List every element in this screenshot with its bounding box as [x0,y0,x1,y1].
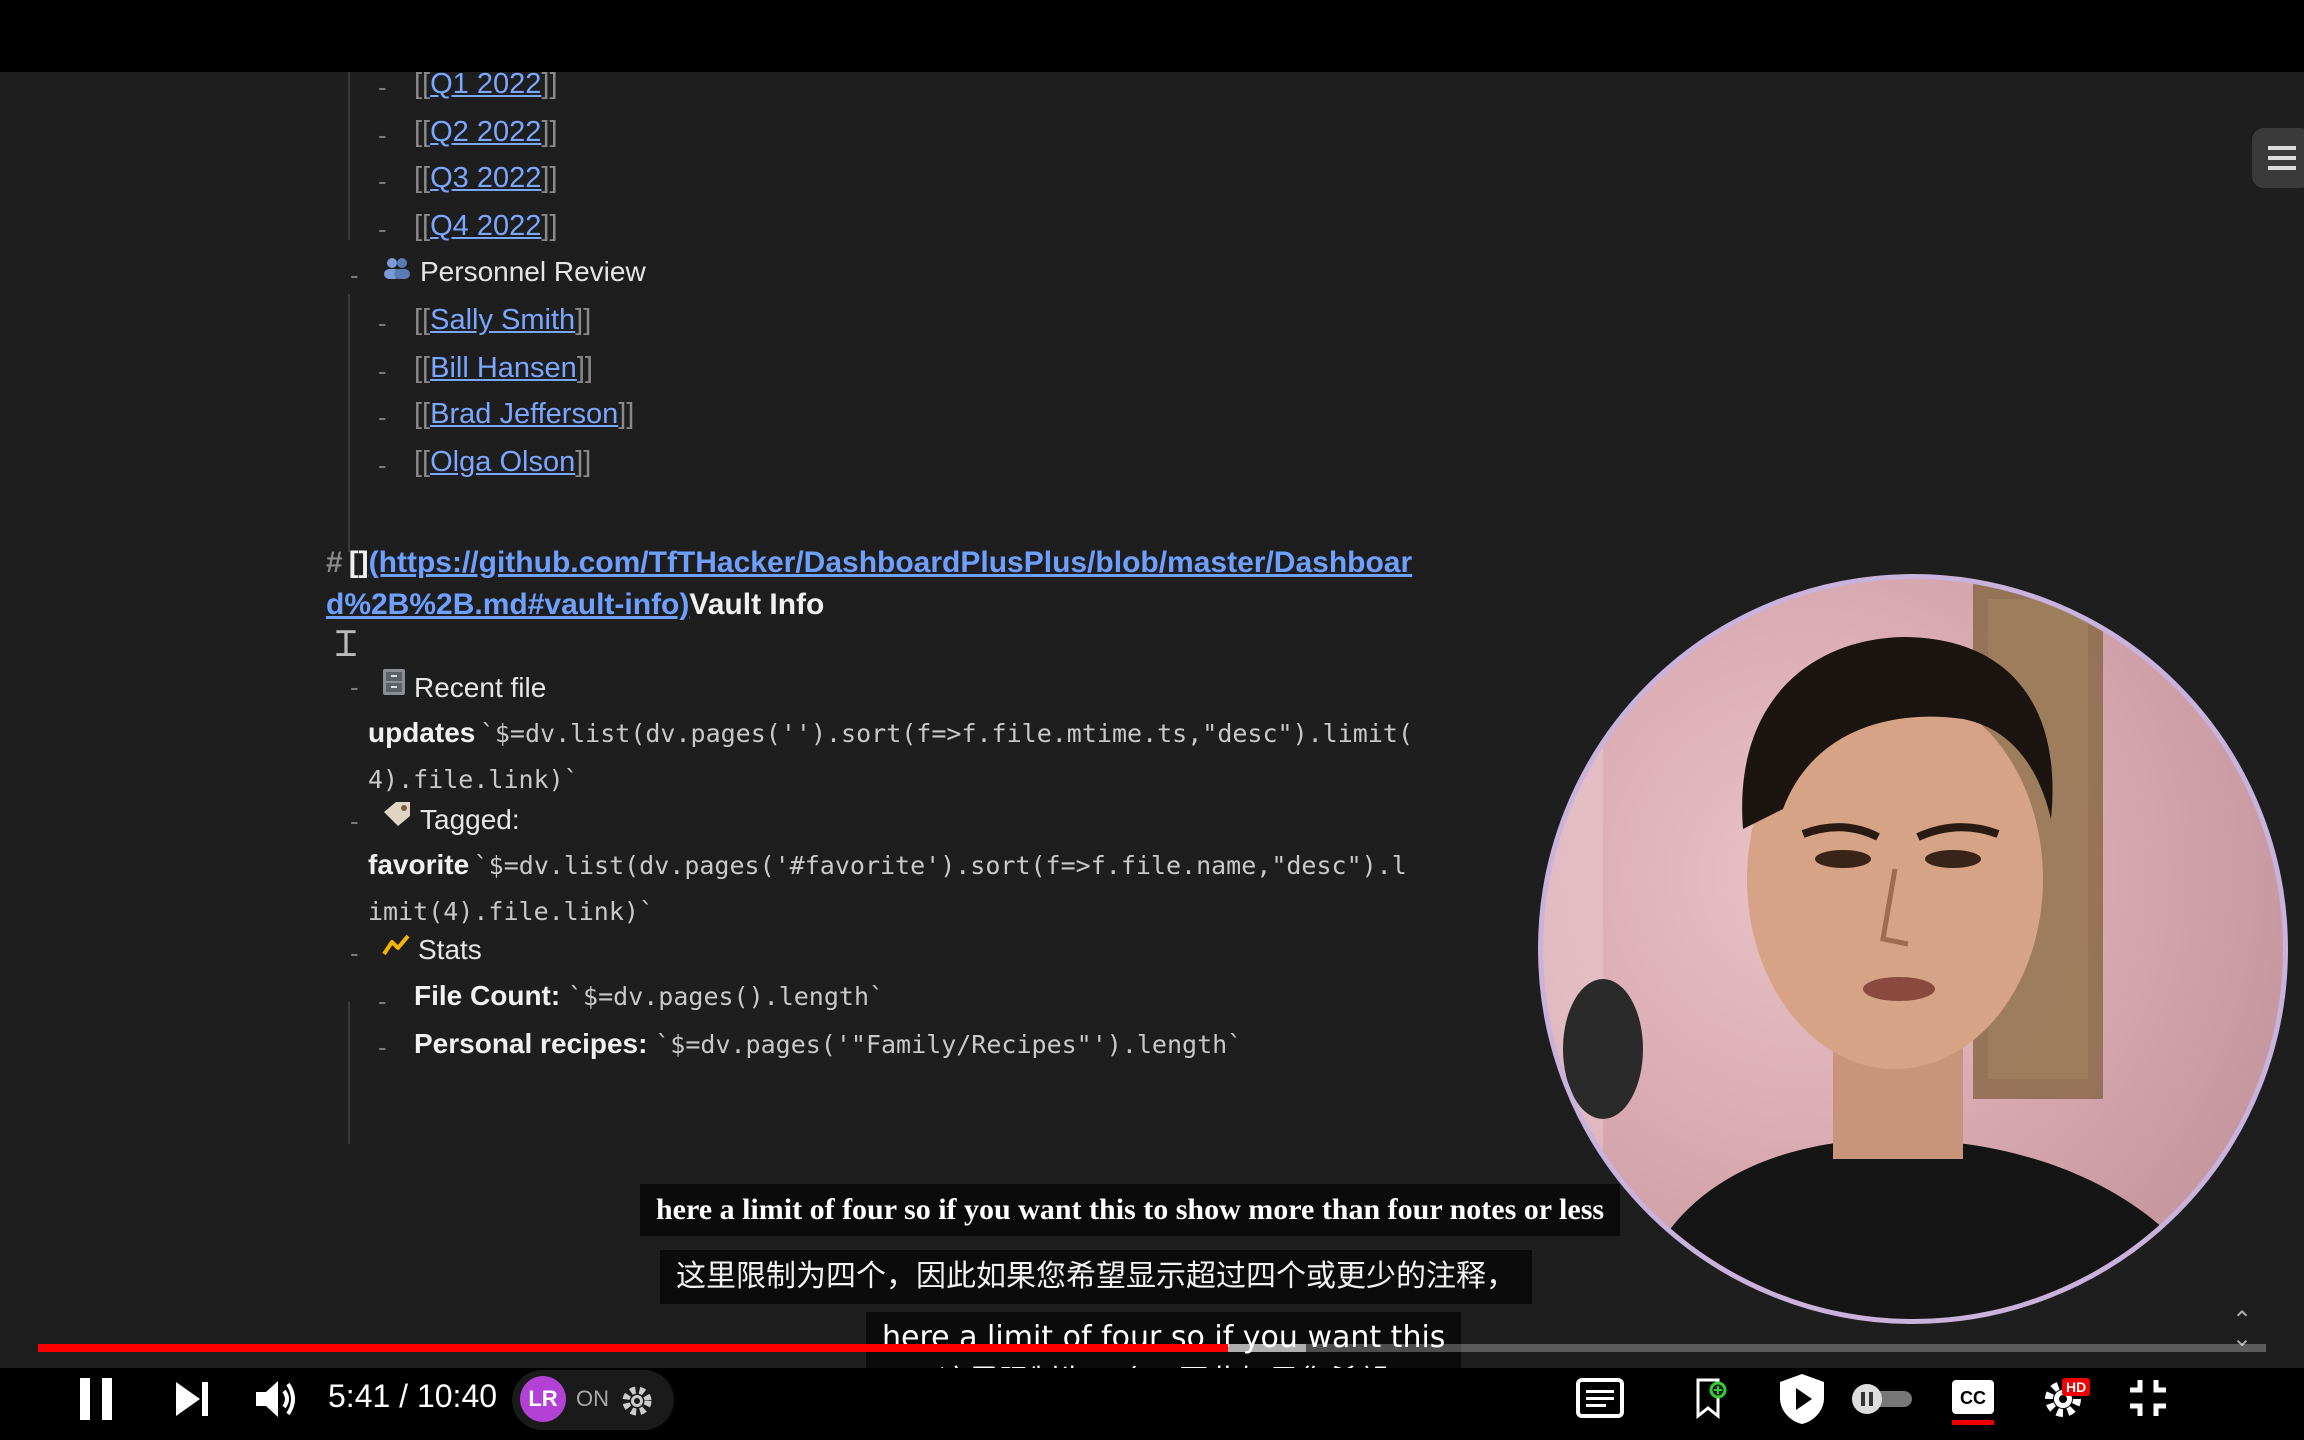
exit-fullscreen-button[interactable] [2128,1378,2168,1423]
presenter-image [1543,579,2233,1319]
list-bullet: - [350,938,359,968]
indent-guide [348,1002,350,1144]
list-bullet: - [378,986,387,1016]
wikilink-brad-jefferson[interactable]: Brad Jefferson [430,398,618,430]
list-bullet: - [350,806,359,836]
duration: 10:40 [416,1378,498,1414]
list-bullet: - [378,450,387,480]
list-item: [[Q3 2022]] [414,162,558,194]
progress-bar[interactable] [38,1344,2266,1352]
wikilink-olga-olson[interactable]: Olga Olson [430,446,575,478]
heading-url-link[interactable]: (https://github.com/TfTHacker/DashboardP… [369,546,1412,579]
expand-arrows-icon[interactable]: ⌃ ⌄ [2232,1309,2252,1351]
heading-hash: # [326,546,343,579]
heading-url-link-cont[interactable]: d%2B%2B.md#vault-info) [326,588,689,621]
pause-icon [80,1378,112,1420]
cabinet-icon [382,668,406,703]
stats-label: Stats [382,934,482,966]
bookmark-add-button[interactable] [1694,1376,1728,1425]
autoplay-toggle[interactable] [1850,1382,1916,1421]
indent-guide [348,72,350,240]
svg-text:CC: CC [1960,1388,1986,1408]
shield-play-icon [1780,1374,1824,1424]
exit-fullscreen-icon [2130,1380,2166,1416]
list-bullet: - [378,166,387,196]
subtitles-panel-button[interactable] [1576,1378,1624,1423]
list-item: [[Q2 2022]] [414,116,558,148]
list-bullet: - [378,72,387,102]
extension-pill[interactable]: LR ON [512,1370,674,1430]
subtitle-chinese: 这里限制为四个，因此如果您希望显示超过四个或更少的注释， [660,1250,1532,1304]
vault-info-heading: # [](https://github.com/TfTHacker/Dashboa… [326,542,1456,626]
cc-button[interactable]: CC [1950,1378,1996,1421]
people-icon [382,256,412,287]
wikilink-q1[interactable]: Q1 2022 [430,72,541,100]
hd-badge: HD [2062,1378,2091,1396]
player-controls: 5:41 / 10:40 LR ON CC HD [0,1360,2304,1440]
indent-guide [348,294,350,552]
list-bullet: - [378,356,387,386]
list-bullet: - [378,1032,387,1062]
tagged-favorite-query: favorite `$=dv.list(dv.pages('#favorite'… [368,849,1407,926]
personal-recipes-item: Personal recipes: `$=dv.pages('"Family/R… [414,1028,1243,1059]
wikilink-sally-smith[interactable]: Sally Smith [430,304,575,336]
list-item: [[Olga Olson]] [414,446,592,478]
list-item: [[Q4 2022]] [414,210,558,242]
extension-logo: LR [520,1376,566,1422]
obsidian-note: - [[Q1 2022]] - [[Q2 2022]] - [[Q3 2022]… [0,72,1500,1368]
next-button[interactable] [174,1380,210,1423]
heading-title: Vault Info [689,588,825,621]
video-frame[interactable]: - [[Q1 2022]] - [[Q2 2022]] - [[Q3 2022]… [0,72,2304,1368]
cc-icon: CC [1952,1380,1994,1414]
file-count-item: File Count: `$=dv.pages().length` [414,980,885,1011]
webcam-overlay [1538,574,2288,1324]
subtitles-panel-icon [1576,1378,1624,1418]
progress-played [38,1344,1228,1352]
bookmark-add-icon [1696,1378,1727,1420]
list-bullet: - [378,402,387,432]
list-item: [[Brad Jefferson]] [414,398,635,430]
list-item: [[Bill Hansen]] [414,352,593,384]
personnel-review-heading: Personnel Review [382,256,646,288]
gear-icon[interactable] [618,1382,656,1420]
cc-active-indicator [1952,1420,1994,1425]
pause-button[interactable] [74,1376,118,1427]
extension-state: ON [576,1386,609,1411]
tag-icon [382,800,412,835]
current-time: 5:41 [328,1378,391,1414]
wikilink-q2[interactable]: Q2 2022 [430,116,541,148]
wikilink-bill-hansen[interactable]: Bill Hansen [430,352,577,384]
shield-play-button[interactable] [1776,1372,1828,1431]
list-item: [[Sally Smith]] [414,304,592,336]
volume-button[interactable] [254,1378,298,1425]
list-bullet: - [378,308,387,338]
side-menu-button[interactable] [2252,128,2304,188]
text-cursor-icon: Ɪ [336,624,357,665]
subtitle-english: here a limit of four so if you want this… [640,1184,1621,1236]
list-bullet: - [350,260,359,290]
recent-file-query: updates `$=dv.list(dv.pages('').sort(f=>… [368,717,1413,794]
hamburger-icon [2268,146,2296,170]
list-bullet: - [378,214,387,244]
wikilink-q4[interactable]: Q4 2022 [430,210,541,242]
list-bullet: - [378,120,387,150]
volume-icon [256,1381,295,1417]
next-icon [176,1382,208,1416]
time-separator: / [390,1378,417,1414]
recent-file-label: Recent file [382,668,546,704]
auto-caption-line-1: here a limit of four so if you want this [882,1320,1446,1355]
wikilink-q3[interactable]: Q3 2022 [430,162,541,194]
list-item: [[Q1 2022]] [414,72,558,101]
heading-box: [] [348,546,369,579]
autoplay-toggle-icon [1852,1384,1912,1414]
video-player[interactable]: - [[Q1 2022]] - [[Q2 2022]] - [[Q3 2022]… [0,0,2304,1440]
time-display: 5:41 / 10:40 [328,1378,497,1415]
tagged-label: Tagged: [382,800,520,836]
chart-up-icon [382,934,410,965]
list-bullet: - [350,672,359,702]
